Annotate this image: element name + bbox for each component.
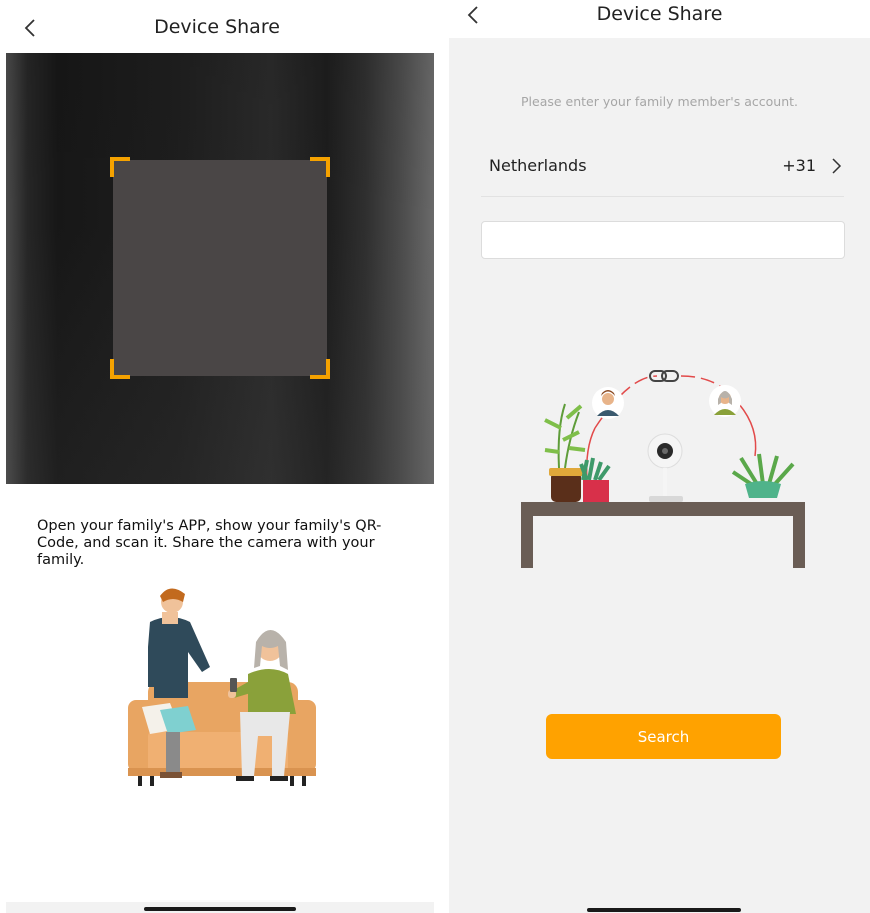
scan-corner-bottom-right — [310, 359, 330, 379]
search-button[interactable]: Search — [546, 714, 781, 759]
share-link-illustration — [521, 370, 805, 568]
account-share-screen: Device Share Please enter your family me… — [449, 0, 870, 913]
scan-corner-top-left — [110, 157, 130, 177]
qr-scan-frame — [110, 157, 330, 379]
scan-corner-bottom-left — [110, 359, 130, 379]
camera-viewfinder — [6, 53, 434, 484]
country-code: +31 — [782, 156, 816, 175]
country-name: Netherlands — [489, 156, 587, 175]
home-indicator[interactable] — [587, 908, 741, 912]
back-chevron-left-icon[interactable] — [20, 14, 44, 42]
home-indicator[interactable] — [144, 907, 296, 911]
screen-divider — [434, 0, 449, 913]
scan-corner-top-right — [310, 157, 330, 177]
country-selector[interactable]: Netherlands +31 — [481, 152, 844, 197]
account-input[interactable] — [481, 221, 845, 259]
chevron-right-icon — [832, 158, 842, 174]
scan-instructions: Open your family's APP, show your family… — [37, 518, 382, 568]
page-title: Device Share — [596, 3, 723, 25]
header: Device Share — [449, 3, 870, 27]
qr-scan-screen: Device Share Open your family's APP, sho… — [0, 0, 434, 913]
family-sofa-illustration — [128, 588, 316, 786]
page-title: Device Share — [154, 16, 280, 38]
header: Device Share — [0, 16, 434, 42]
account-hint: Please enter your family member's accoun… — [521, 94, 798, 109]
back-chevron-left-icon[interactable] — [463, 1, 487, 29]
